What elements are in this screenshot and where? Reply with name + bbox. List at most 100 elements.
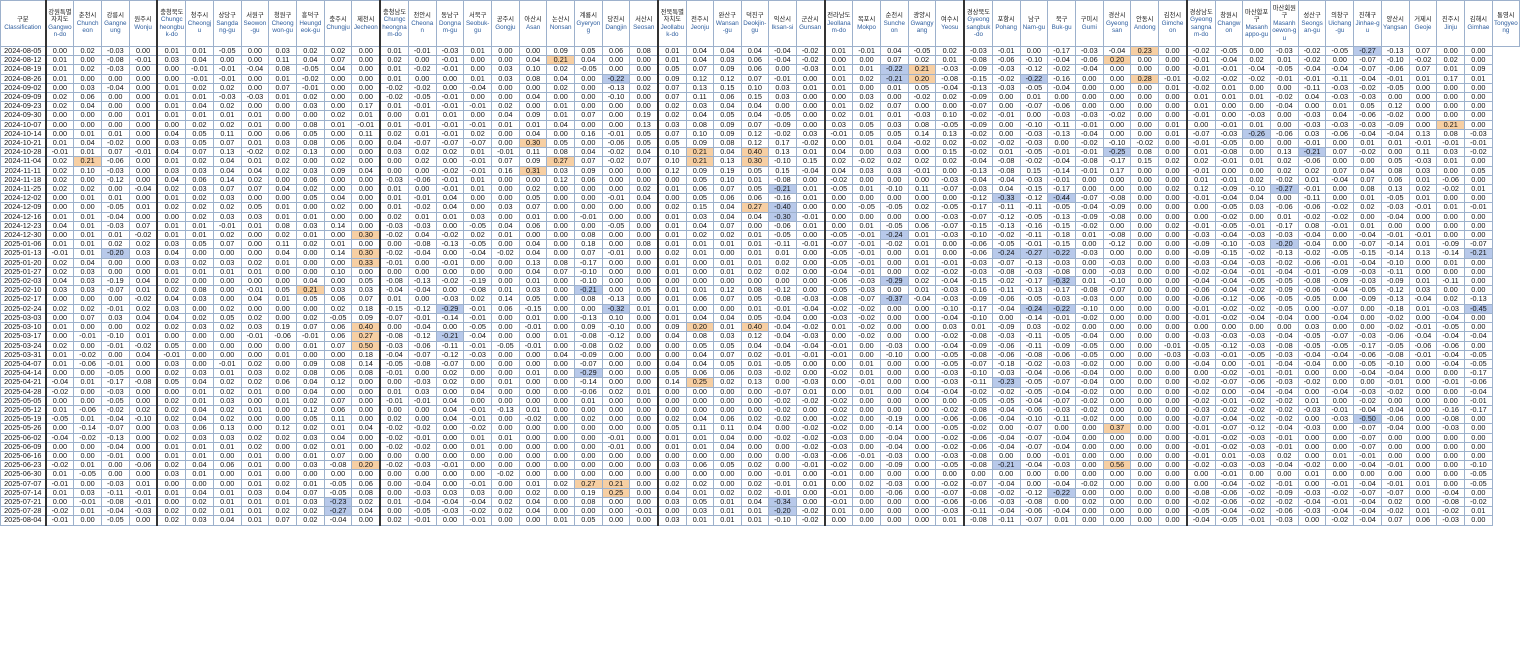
value-cell: -0.06 xyxy=(1297,202,1327,213)
value-cell: 0.03 xyxy=(768,82,797,94)
value-cell: 0.00 xyxy=(1130,101,1160,112)
value-cell: 0.09 xyxy=(713,119,742,130)
value-cell: 0.00 xyxy=(852,349,881,360)
header-korean-label: 완산구 xyxy=(718,12,737,20)
value-cell: 0.00 xyxy=(351,202,381,213)
value-cell: -0.02 xyxy=(491,469,520,480)
price-change-table: 구분 Classification 강원특별자치도 Gangwon-do 춘천시 Chun… xyxy=(0,0,1520,526)
value-cell: -0.05 xyxy=(323,312,353,324)
value-cell: -0.02 xyxy=(1242,395,1271,406)
value-cell: -0.01 xyxy=(100,340,130,351)
value-cell: 0.25 xyxy=(601,487,631,498)
value-cell: 0.00 xyxy=(491,174,520,186)
value-cell: -0.07 xyxy=(963,478,993,489)
value-cell: -0.02 xyxy=(463,506,493,517)
value-cell: -0.06 xyxy=(768,220,797,232)
value-cell: 0.00 xyxy=(1130,64,1160,75)
value-cell: 0.00 xyxy=(100,266,130,278)
value-cell: 0.00 xyxy=(240,101,270,112)
value-cell: -0.04 xyxy=(1270,460,1299,471)
value-cell: 0.00 xyxy=(629,64,659,75)
value-cell: 0.01 xyxy=(491,119,520,130)
value-cell: 0.02 xyxy=(852,101,881,112)
value-cell: 0.00 xyxy=(629,358,659,370)
value-cell: 0.00 xyxy=(100,73,130,84)
value-cell: 0.00 xyxy=(240,239,270,250)
value-cell: 0.02 xyxy=(907,266,937,278)
value-cell: 0.00 xyxy=(268,276,298,287)
value-cell: -0.05 xyxy=(852,202,881,213)
value-cell: -0.02 xyxy=(1297,248,1327,259)
value-cell: 0.00 xyxy=(185,358,214,370)
value-cell: -0.16 xyxy=(1436,404,1466,416)
value-cell: -0.13 xyxy=(100,432,130,443)
value-cell: 0.10 xyxy=(601,312,631,324)
value-cell: 0.01 xyxy=(907,257,937,268)
value-cell: 0.02 xyxy=(296,45,325,57)
value-cell: -0.02 xyxy=(991,73,1021,84)
value-cell: -0.03 xyxy=(991,368,1021,379)
value-cell: -0.08 xyxy=(963,349,993,360)
value-cell: -0.06 xyxy=(1380,414,1410,425)
value-cell: 0.00 xyxy=(1074,450,1104,462)
value-cell: -0.07 xyxy=(1353,239,1382,250)
value-cell: -0.03 xyxy=(240,92,270,103)
value-cell: -0.03 xyxy=(963,45,993,57)
value-cell: 0.04 xyxy=(740,110,770,121)
value-cell: -0.02 xyxy=(463,423,493,434)
value-cell: 0.00 xyxy=(629,349,659,360)
value-cell: 0.02 xyxy=(491,506,520,517)
value-cell: -0.01 xyxy=(128,496,158,508)
value-cell: -0.02 xyxy=(963,423,993,434)
value-cell: 0.00 xyxy=(1158,377,1188,388)
value-cell: 0.00 xyxy=(823,193,854,204)
value-cell: -0.11 xyxy=(435,340,465,351)
value-cell: 0.00 xyxy=(907,478,937,489)
value-cell: 0.07 xyxy=(879,101,909,112)
value-cell: 0.00 xyxy=(1408,423,1438,434)
value-cell: 0.01 xyxy=(128,110,158,121)
value-cell: -0.18 xyxy=(1047,230,1076,241)
value-cell: 0.02 xyxy=(713,230,742,241)
value-cell: -0.01 xyxy=(128,487,158,498)
value-cell: 0.00 xyxy=(935,395,965,406)
header-region: 의창구 Uichang-gu xyxy=(1325,0,1355,47)
value-cell: 0.00 xyxy=(351,147,381,158)
value-cell: -0.03 xyxy=(1102,266,1132,278)
value-cell: 0.01 xyxy=(740,358,770,370)
value-cell: 0.06 xyxy=(907,220,937,232)
value-cell: 0.00 xyxy=(601,266,631,278)
table-row: 2025-04-14 0.00 0.00 -0.05 0.00 0.02 0.03 0.01 0… xyxy=(0,368,1520,379)
value-cell: 0.00 xyxy=(1214,358,1244,370)
value-cell: 0.01 xyxy=(268,395,298,406)
value-cell: -0.03 xyxy=(100,478,130,489)
value-cell: 0.00 xyxy=(795,487,826,498)
value-cell: -0.01 xyxy=(296,331,325,342)
value-cell: 0.00 xyxy=(657,193,687,204)
value-cell: -0.06 xyxy=(1185,294,1216,305)
value-cell: 0.17 xyxy=(1436,73,1466,84)
value-cell: -0.07 xyxy=(963,211,993,222)
value-cell: -0.04 xyxy=(1074,64,1104,75)
value-cell: 0.07 xyxy=(296,322,325,333)
value-cell: 0.00 xyxy=(657,469,687,480)
value-cell: -0.01 xyxy=(1158,73,1188,84)
value-cell: 0.01 xyxy=(463,45,493,57)
value-cell: -0.01 xyxy=(795,460,826,471)
value-cell: 0.03 xyxy=(212,257,242,268)
value-cell: -0.07 xyxy=(1353,55,1382,66)
value-cell: -0.02 xyxy=(73,349,102,360)
value-cell: 0.00 xyxy=(1102,340,1132,351)
value-cell: -0.03 xyxy=(1270,45,1299,57)
value-cell: 0.21 xyxy=(601,478,631,489)
value-cell: -0.09 xyxy=(1325,276,1355,287)
value-cell: 0.00 xyxy=(1102,331,1132,342)
value-cell: 0.00 xyxy=(657,450,687,462)
value-cell: 0.06 xyxy=(685,184,715,195)
value-cell: 0.00 xyxy=(879,368,909,379)
value-cell: 0.00 xyxy=(629,257,659,268)
value-cell: -0.06 xyxy=(1325,128,1355,140)
value-cell: -0.04 xyxy=(1214,414,1244,425)
value-cell: -0.03 xyxy=(1242,432,1271,443)
value-cell: -0.40 xyxy=(768,202,797,213)
